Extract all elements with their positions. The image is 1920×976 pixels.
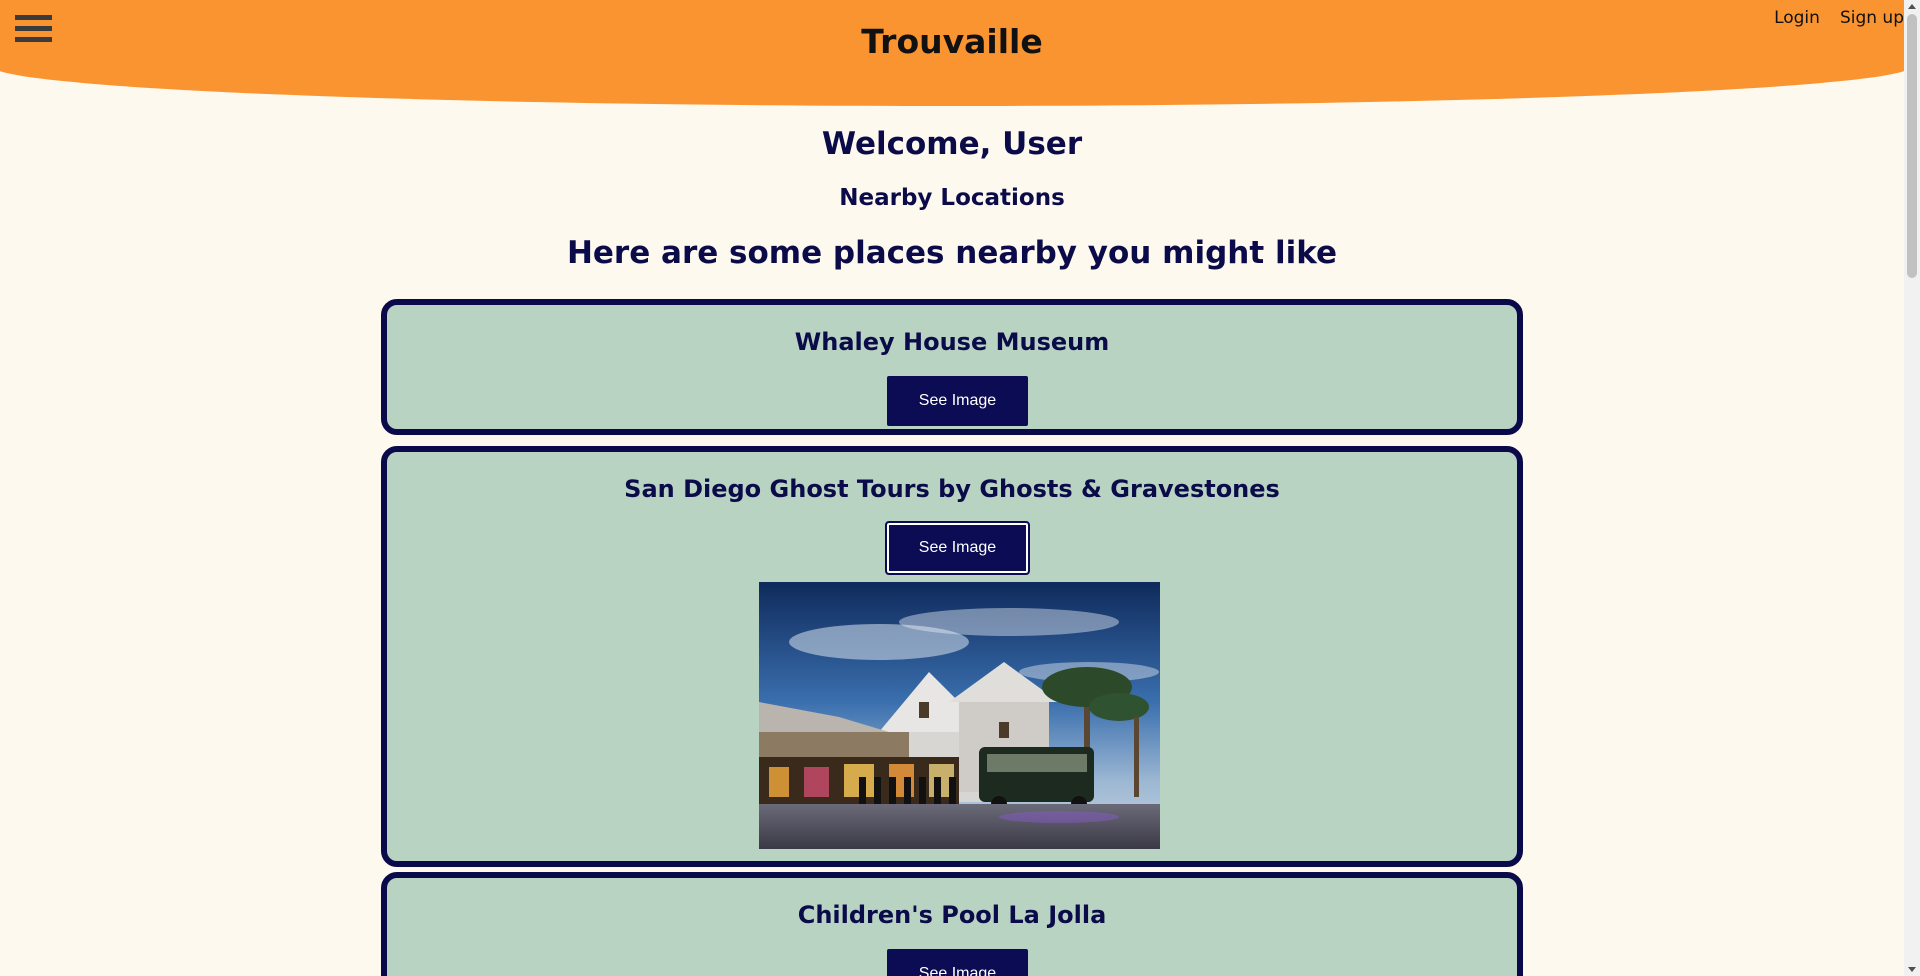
login-link[interactable]: Login (1774, 8, 1820, 28)
scrollbar-thumb[interactable] (1907, 14, 1917, 278)
site-header: Trouvaille Login Sign up (0, 0, 1904, 106)
section-title: Nearby Locations (839, 185, 1065, 211)
signup-link[interactable]: Sign up (1840, 8, 1904, 28)
place-name: Whaley House Museum (794, 328, 1110, 356)
scrollbar[interactable] (1904, 0, 1920, 976)
see-image-button[interactable]: See Image (887, 949, 1028, 976)
page: Trouvaille Login Sign up Welcome, User N… (0, 0, 1904, 976)
place-card: Children's Pool La Jolla See Image (381, 872, 1523, 976)
intro-heading: Here are some places nearby you might li… (566, 235, 1338, 271)
place-name: San Diego Ghost Tours by Ghosts & Graves… (624, 475, 1280, 503)
scroll-down-icon[interactable] (1908, 967, 1916, 972)
scroll-up-icon[interactable] (1908, 4, 1916, 9)
place-name: Children's Pool La Jolla (797, 901, 1107, 929)
auth-links: Login Sign up (1774, 8, 1904, 28)
place-card: San Diego Ghost Tours by Ghosts & Graves… (381, 446, 1523, 867)
place-card: Whaley House Museum See Image (381, 299, 1523, 435)
welcome-heading: Welcome, User (821, 126, 1083, 162)
see-image-button[interactable]: See Image (885, 521, 1030, 575)
site-title: Trouvaille (861, 22, 1043, 61)
place-photo (759, 582, 1160, 849)
see-image-button[interactable]: See Image (887, 376, 1028, 426)
